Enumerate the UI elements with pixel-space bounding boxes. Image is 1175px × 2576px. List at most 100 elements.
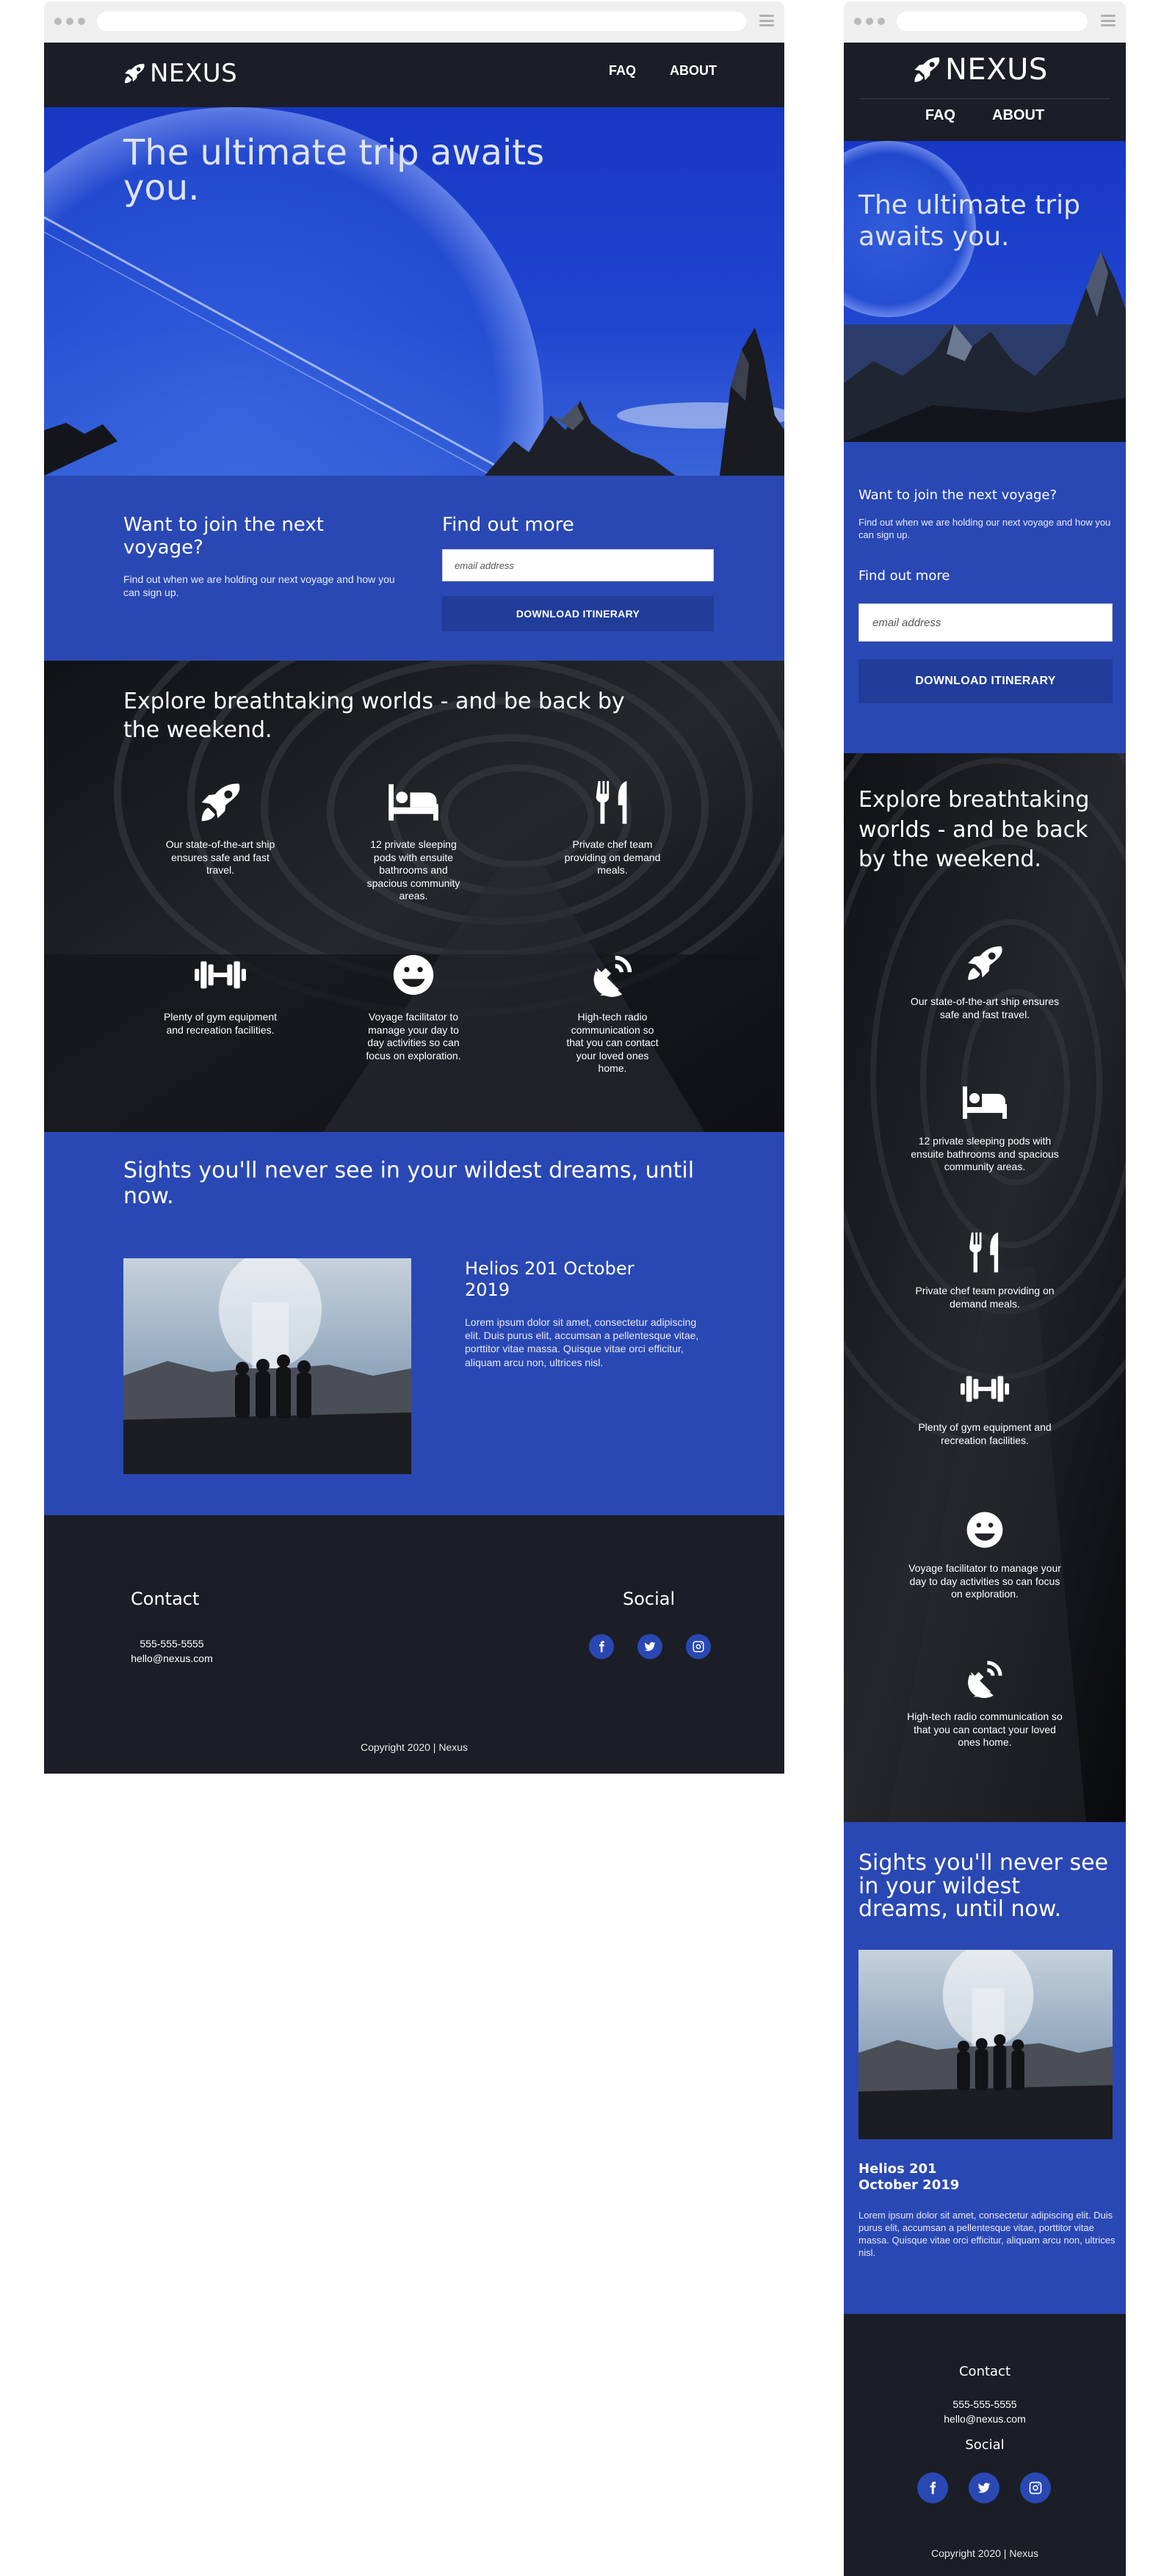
- contact-email[interactable]: hello@nexus.com: [844, 2412, 1126, 2427]
- utensils-icon: [969, 1231, 1001, 1274]
- feature-item: Plenty of gym equipment and recreation f…: [908, 1368, 1062, 1447]
- feature-text: Voyage facilitator to manage your day to…: [366, 1011, 461, 1062]
- site-footer: Contact 555-555-5555 hello@nexus.com Soc…: [844, 2314, 1126, 2576]
- feature-text: High-tech radio communication so that yo…: [566, 1011, 659, 1074]
- instagram-icon: [1028, 2481, 1043, 2495]
- download-itinerary-button[interactable]: DOWNLOAD ITINERARY: [858, 659, 1113, 703]
- feature-item: Voyage facilitator to manage your day to…: [358, 951, 469, 1062]
- nav-faq-link[interactable]: FAQ: [609, 63, 636, 79]
- address-bar[interactable]: [97, 12, 746, 31]
- feature-item: Our state-of-the-art ship ensures safe a…: [162, 778, 279, 877]
- brand-name: NEXUS: [945, 53, 1048, 87]
- feature-item: 12 private sleeping pods with ensuite ba…: [908, 1082, 1062, 1174]
- email-placeholder: email address: [455, 559, 514, 571]
- feature-item: Our state-of-the-art ship ensures safe a…: [908, 943, 1062, 1021]
- utensils-icon: [595, 780, 630, 825]
- hero-title: The ultimate trip awaits you.: [858, 190, 1080, 253]
- features-section: Explore breathtaking worlds - and be bac…: [44, 661, 784, 1132]
- contact-phone[interactable]: 555-555-5555: [120, 1637, 223, 1652]
- address-bar[interactable]: [897, 12, 1088, 31]
- feature-item: High-tech radio communication so that yo…: [903, 1658, 1067, 1749]
- signup-section: Want to join the next voyage? Find out w…: [44, 476, 784, 661]
- browser-toolbar: [844, 1, 1126, 43]
- find-out-title: Find out more: [858, 568, 950, 584]
- signup-section: Want to join the next voyage? Find out w…: [844, 442, 1126, 753]
- nav-faq-link[interactable]: FAQ: [925, 107, 955, 124]
- sights-section: Sights you'll never see in your wildest …: [844, 1822, 1126, 2314]
- browser-menu-icon[interactable]: [1101, 15, 1116, 26]
- instagram-link[interactable]: [1020, 2472, 1051, 2503]
- contact-title: Contact: [131, 1589, 200, 1609]
- brand-logo[interactable]: NEXUS: [123, 59, 237, 88]
- sights-section: Sights you'll never see in your wildest …: [44, 1132, 784, 1515]
- feature-item: Private chef team providing on demand me…: [908, 1232, 1062, 1310]
- mobile-viewport: NEXUS FAQ ABOUT The ultimate trip awaits…: [844, 43, 1126, 2576]
- facebook-link[interactable]: [589, 1634, 614, 1659]
- instagram-link[interactable]: [686, 1634, 711, 1659]
- feature-text: Voyage facilitator to manage your day to…: [908, 1562, 1061, 1600]
- feature-text: 12 private sleeping pods with ensuite ba…: [911, 1135, 1059, 1172]
- feature-item: Private chef team providing on demand me…: [554, 778, 671, 877]
- smile-icon: [392, 954, 435, 996]
- social-links: [917, 2472, 1051, 2503]
- nav-about-link[interactable]: ABOUT: [670, 63, 717, 79]
- twitter-link[interactable]: [637, 1634, 662, 1659]
- email-input[interactable]: email address: [442, 549, 714, 581]
- feature-text: 12 private sleeping pods with ensuite ba…: [366, 838, 460, 901]
- brand-name: NEXUS: [150, 59, 238, 88]
- join-title: Want to join the next voyage?: [858, 487, 1058, 503]
- twitter-link[interactable]: [969, 2472, 999, 2503]
- rocket-icon: [123, 62, 145, 84]
- dumbbell-icon: [193, 957, 247, 993]
- feature-text: Our state-of-the-art ship ensures safe a…: [165, 838, 275, 876]
- feature-item: Voyage facilitator to manage your day to…: [903, 1509, 1067, 1601]
- features-title: Explore breathtaking worlds - and be bac…: [123, 689, 625, 743]
- copyright-text: Copyright 2020 | Nexus: [360, 1741, 469, 1753]
- email-input[interactable]: email address: [858, 603, 1113, 642]
- find-out-title: Find out more: [442, 514, 574, 536]
- event-title: Helios 201 October 2019: [465, 1258, 634, 1300]
- facebook-icon: [925, 2481, 940, 2495]
- feature-text: Plenty of gym equipment and recreation f…: [918, 1421, 1052, 1446]
- facebook-icon: [595, 1640, 608, 1653]
- contact-email[interactable]: hello@nexus.com: [120, 1652, 223, 1666]
- twitter-icon: [977, 2481, 991, 2495]
- window-controls[interactable]: [54, 18, 85, 25]
- event-description: Lorem ipsum dolor sit amet, consectetur …: [858, 2210, 1116, 2258]
- feature-item: 12 private sleeping pods with ensuite ba…: [358, 778, 469, 903]
- mobile-browser-frame: NEXUS FAQ ABOUT The ultimate trip awaits…: [844, 1, 1126, 2576]
- site-header: NEXUS FAQ ABOUT: [844, 43, 1126, 141]
- contact-title: Contact: [958, 2364, 1011, 2379]
- features-title: Explore breathtaking worlds - and be bac…: [858, 787, 1090, 872]
- join-text: Find out when we are holding our next vo…: [858, 517, 1111, 540]
- feature-text: Plenty of gym equipment and recreation f…: [163, 1011, 278, 1036]
- hero-section: The ultimate trip awaits you.: [44, 107, 784, 476]
- contact-details: 555-555-5555 hello@nexus.com: [844, 2398, 1126, 2426]
- feature-text: Private chef team providing on demand me…: [915, 1285, 1055, 1310]
- rocket-icon: [913, 56, 941, 84]
- brand-logo[interactable]: NEXUS: [913, 53, 1048, 87]
- desktop-viewport: NEXUS FAQ ABOUT The ultimate trip awaits…: [44, 43, 784, 1774]
- bed-icon: [961, 1085, 1009, 1120]
- nav-about-link[interactable]: ABOUT: [992, 107, 1044, 124]
- contact-phone[interactable]: 555-555-5555: [844, 2398, 1126, 2412]
- header-divider: [860, 98, 1110, 99]
- window-controls[interactable]: [854, 18, 885, 25]
- satellite-dish-icon: [965, 1658, 1005, 1698]
- voyage-photo: [123, 1258, 411, 1474]
- dumbbell-icon: [959, 1371, 1010, 1407]
- hero-section: The ultimate trip awaits you.: [844, 141, 1126, 442]
- social-title: Social: [965, 2437, 1005, 2453]
- email-placeholder: email address: [872, 616, 941, 629]
- hero-background-image: [844, 141, 1126, 442]
- social-title: Social: [623, 1589, 676, 1609]
- smile-icon: [966, 1511, 1004, 1549]
- download-itinerary-button[interactable]: DOWNLOAD ITINERARY: [442, 596, 714, 631]
- instagram-icon: [692, 1640, 705, 1653]
- desktop-browser-frame: NEXUS FAQ ABOUT The ultimate trip awaits…: [44, 1, 784, 1774]
- voyage-photo: [858, 1950, 1113, 2139]
- browser-menu-icon[interactable]: [759, 15, 774, 26]
- main-nav: FAQ ABOUT: [844, 107, 1126, 124]
- social-links: [589, 1634, 711, 1659]
- facebook-link[interactable]: [917, 2472, 948, 2503]
